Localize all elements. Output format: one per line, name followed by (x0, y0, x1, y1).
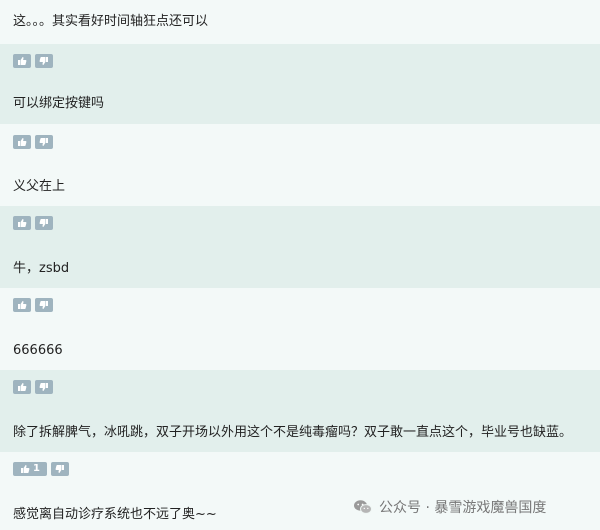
vote-controls (13, 298, 53, 312)
thumbs-down-icon (39, 383, 48, 391)
thumbs-down-icon (39, 138, 48, 146)
comment-text: 除了拆解脾气，冰吼跳，双子开场以外用这个不是纯毒瘤吗？双子敢一直点这个，毕业号也… (13, 425, 573, 440)
comment-text: 666666 (13, 343, 63, 358)
thumbs-down-icon (39, 57, 48, 65)
comment-list: 这。。。其实看好时间轴狂点还可以 可以绑定按键吗 义父在上 牛，zsbd 666… (0, 0, 600, 530)
vote-controls (13, 54, 53, 68)
thumbs-down-icon (39, 301, 48, 309)
comment-text: 义父在上 (13, 179, 66, 194)
thumbs-up-icon (21, 465, 30, 473)
comment-text: 这。。。其实看好时间轴狂点还可以 (13, 14, 209, 29)
thumbs-up-icon (18, 57, 27, 65)
upvote-button[interactable] (13, 54, 31, 68)
vote-controls (13, 380, 53, 394)
comment-text: 感觉离自动诊疗系统也不远了奥~~ (13, 507, 217, 522)
comment-item: 这。。。其实看好时间轴狂点还可以 (0, 0, 600, 44)
downvote-button[interactable] (51, 462, 69, 476)
comment-item: 牛，zsbd (0, 206, 600, 288)
comment-text: 牛，zsbd (13, 261, 70, 276)
vote-controls (13, 135, 53, 149)
thumbs-up-icon (18, 383, 27, 391)
comment-item: 义父在上 (0, 124, 600, 206)
thumbs-down-icon (39, 219, 48, 227)
watermark: 公众号 · 暴雪游戏魔兽国度 (353, 496, 546, 518)
downvote-button[interactable] (35, 54, 53, 68)
thumbs-down-icon (55, 465, 64, 473)
downvote-button[interactable] (35, 380, 53, 394)
vote-controls: 1 (13, 462, 69, 476)
upvote-button[interactable] (13, 380, 31, 394)
upvote-count: 1 (33, 463, 40, 474)
upvote-button[interactable] (13, 298, 31, 312)
upvote-button[interactable]: 1 (13, 462, 47, 476)
downvote-button[interactable] (35, 216, 53, 230)
comment-item: 666666 (0, 288, 600, 370)
upvote-button[interactable] (13, 135, 31, 149)
wechat-icon (354, 500, 372, 514)
vote-controls (13, 216, 53, 230)
downvote-button[interactable] (35, 298, 53, 312)
thumbs-up-icon (18, 301, 27, 309)
comment-item: 可以绑定按键吗 (0, 44, 600, 124)
thumbs-up-icon (18, 219, 27, 227)
comment-text: 可以绑定按键吗 (13, 96, 105, 111)
comment-item: 1 感觉离自动诊疗系统也不远了奥~~ (0, 452, 600, 530)
comment-item: 除了拆解脾气，冰吼跳，双子开场以外用这个不是纯毒瘤吗？双子敢一直点这个，毕业号也… (0, 370, 600, 452)
thumbs-up-icon (18, 138, 27, 146)
upvote-button[interactable] (13, 216, 31, 230)
downvote-button[interactable] (35, 135, 53, 149)
watermark-text: 公众号 · 暴雪游戏魔兽国度 (379, 500, 547, 516)
